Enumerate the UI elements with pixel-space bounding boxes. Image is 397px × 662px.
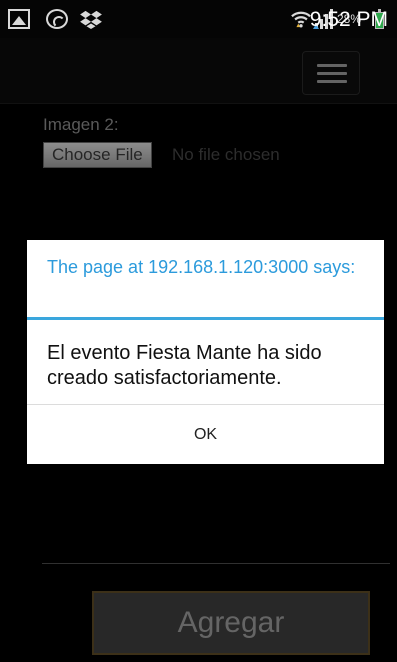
ok-button[interactable]: OK [27,405,384,464]
dialog-message: El evento Fiesta Mante ha sido creado sa… [47,342,322,389]
dialog-title-divider [27,317,384,320]
gallery-icon [8,9,30,29]
status-bar: 28% 9:52 PM [0,0,397,38]
dialog-title: The page at 192.168.1.120:3000 says: [47,257,356,277]
clock: 9:52 PM [309,8,388,31]
whatsapp-icon [46,9,68,29]
wifi-icon [291,11,311,28]
alert-dialog: The page at 192.168.1.120:3000 says: El … [27,240,384,464]
dropbox-icon [80,10,102,29]
